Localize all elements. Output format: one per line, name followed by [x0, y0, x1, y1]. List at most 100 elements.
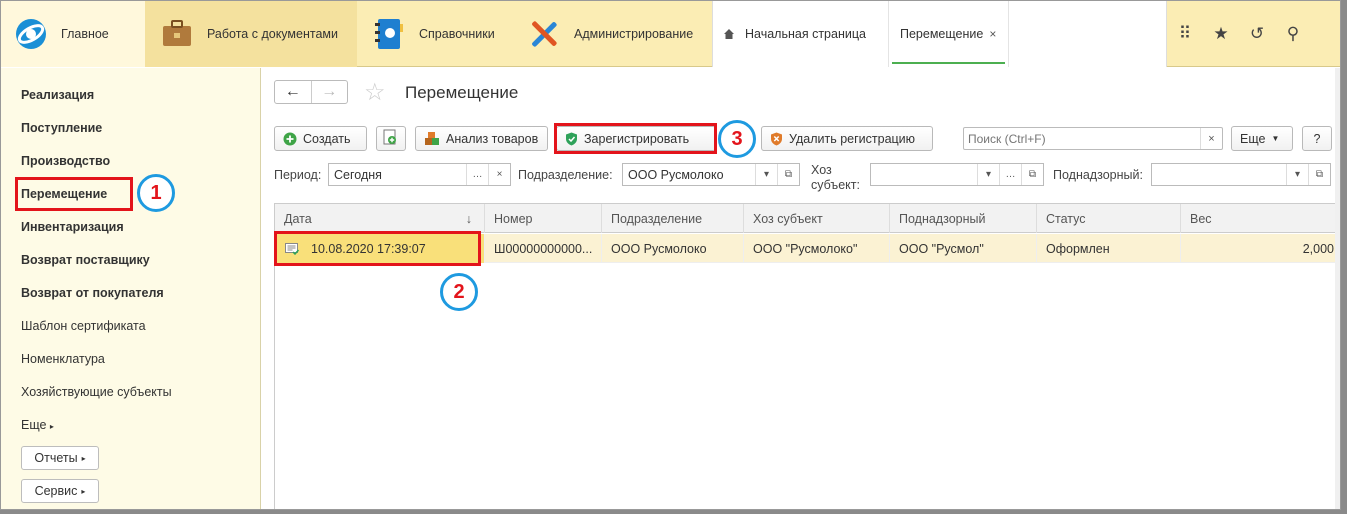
clear-icon[interactable]: × [488, 164, 510, 185]
chevron-down-icon[interactable]: ▾ [977, 164, 999, 185]
shield-x-icon [770, 132, 783, 146]
tab-start-page[interactable]: Начальная страница [713, 1, 889, 67]
open-icon[interactable]: ⧉ [1021, 164, 1043, 185]
briefcase-icon [163, 20, 191, 46]
column-date-label: Дата [284, 211, 312, 226]
close-icon[interactable]: × [989, 27, 996, 41]
column-subject[interactable]: Хоз субъект [744, 204, 890, 233]
column-date[interactable]: Дата ↓ [275, 204, 485, 233]
toolbar-right: ⠿ ★ ↺ ⚲ [1167, 1, 1340, 67]
cell-supervised: ООО "Русмол" [890, 234, 1037, 263]
service-button[interactable]: Сервис ▸ [21, 479, 99, 503]
triangle-right-icon: ▸ [81, 453, 86, 463]
column-department[interactable]: Подразделение [602, 204, 744, 233]
department-field[interactable]: ООО Русмолоко ▾ ⧉ [622, 163, 800, 186]
page-title: Перемещение [405, 83, 519, 102]
sidebar-item-more[interactable]: Еще ▸ [21, 418, 54, 432]
create-button-label: Создать [303, 131, 351, 146]
delete-registration-label: Удалить регистрацию [789, 131, 916, 146]
top-section-bar: Главное Работа с документами Справочники [1, 1, 1340, 67]
section-references[interactable]: Справочники [357, 1, 512, 67]
history-icon[interactable]: ↺ [1247, 24, 1267, 44]
sidebar-item-return-supplier[interactable]: Возврат поставщику [21, 253, 150, 267]
search-field: × [963, 127, 1223, 150]
active-tab-underline [892, 62, 1005, 64]
triangle-right-icon: ▸ [81, 486, 86, 496]
sidebar-item-sales[interactable]: Реализация [21, 88, 94, 102]
section-references-label: Справочники [419, 27, 495, 41]
sidebar-item-nomenclature[interactable]: Номенклатура [21, 352, 105, 366]
service-button-label: Сервис [34, 484, 78, 498]
chevron-down-icon: ▼ [1271, 134, 1280, 143]
highlight-document-row [274, 231, 481, 266]
history-nav: ← → [274, 80, 348, 104]
sidebar-item-certificate-template[interactable]: Шаблон сертификата [21, 319, 146, 333]
section-main[interactable]: Главное [1, 1, 145, 67]
period-field[interactable]: Сегодня … × [328, 163, 511, 186]
home-icon [724, 29, 734, 39]
column-supervised[interactable]: Поднадзорный [890, 204, 1037, 233]
tab-transfer-label: Перемещение [900, 27, 984, 41]
reports-button[interactable]: Отчеты ▸ [21, 446, 99, 470]
subject-label: Хоз субъект: [811, 163, 860, 192]
boxes-icon [424, 131, 440, 146]
section-documents[interactable]: Работа с документами [145, 1, 357, 67]
chevron-down-icon[interactable]: ▾ [1286, 164, 1308, 185]
section-administration-label: Администрирование [574, 27, 694, 41]
subject-field[interactable]: ▾ … ⧉ [870, 163, 1044, 186]
search-input[interactable] [964, 128, 1200, 149]
analyze-goods-button[interactable]: Анализ товаров [415, 126, 548, 151]
chevron-down-icon[interactable]: ▾ [755, 164, 777, 185]
ellipsis-icon[interactable]: … [999, 164, 1021, 185]
back-arrow-icon[interactable]: ← [275, 81, 311, 103]
ellipsis-icon[interactable]: … [466, 164, 488, 185]
create-button[interactable]: Создать [274, 126, 367, 151]
section-administration[interactable]: Администрирование [512, 1, 712, 67]
cell-status: Оформлен [1037, 234, 1181, 263]
sidebar-item-inventory[interactable]: Инвентаризация [21, 220, 124, 234]
open-icon[interactable]: ⧉ [1308, 164, 1330, 185]
phonebook-icon [375, 19, 403, 49]
step-marker-1: 1 [137, 174, 175, 212]
search-icon[interactable]: ⚲ [1283, 24, 1303, 44]
sidebar-item-business-entities[interactable]: Хозяйствующие субъекты [21, 385, 172, 399]
plus-circle-icon [283, 132, 297, 146]
department-value: ООО Русмолоко [628, 168, 724, 182]
sidebar-item-return-customer[interactable]: Возврат от покупателя [21, 286, 164, 300]
subject-value [871, 164, 977, 185]
forward-arrow-icon[interactable]: → [310, 81, 348, 103]
logo-icon [16, 19, 46, 49]
help-button[interactable]: ? [1302, 126, 1332, 151]
open-icon[interactable]: ⧉ [777, 164, 799, 185]
copy-document-button[interactable] [376, 126, 406, 151]
period-value: Сегодня [334, 168, 382, 182]
delete-registration-button[interactable]: Удалить регистрацию [761, 126, 933, 151]
supervised-field[interactable]: ▾ ⧉ [1151, 163, 1331, 186]
highlight-sidebar-transfer [15, 177, 133, 211]
period-label: Период: [274, 168, 322, 182]
favorite-star-icon[interactable]: ☆ [364, 78, 386, 107]
more-actions-button[interactable]: Еще ▼ [1231, 126, 1293, 151]
column-status[interactable]: Статус [1037, 204, 1181, 233]
tab-transfer[interactable]: Перемещение × [889, 1, 1009, 67]
triangle-right-icon: ▸ [49, 422, 54, 431]
sidebar-item-receipt[interactable]: Поступление [21, 121, 102, 135]
supervised-label: Поднадзорный: [1053, 168, 1143, 182]
cell-weight: 2,000 [1181, 234, 1340, 263]
reports-button-label: Отчеты [34, 451, 78, 465]
step-marker-3: 3 [718, 120, 756, 158]
clear-search-icon[interactable]: × [1200, 128, 1222, 149]
column-number[interactable]: Номер [485, 204, 602, 233]
app-window: Главное Работа с документами Справочники [0, 0, 1341, 510]
open-tabs: Начальная страница Перемещение × [712, 1, 1167, 67]
tools-icon [532, 21, 557, 47]
star-icon[interactable]: ★ [1211, 24, 1231, 44]
vertical-scrollbar[interactable] [1335, 68, 1340, 509]
step-marker-2: 2 [440, 273, 478, 311]
sidebar: Реализация Поступление Производство Пере… [1, 68, 261, 509]
apps-icon[interactable]: ⠿ [1175, 24, 1195, 44]
cell-number: Ш00000000000... [485, 234, 602, 263]
add-document-icon [383, 129, 397, 148]
column-weight[interactable]: Вес [1181, 204, 1340, 233]
sidebar-item-production[interactable]: Производство [21, 154, 110, 168]
